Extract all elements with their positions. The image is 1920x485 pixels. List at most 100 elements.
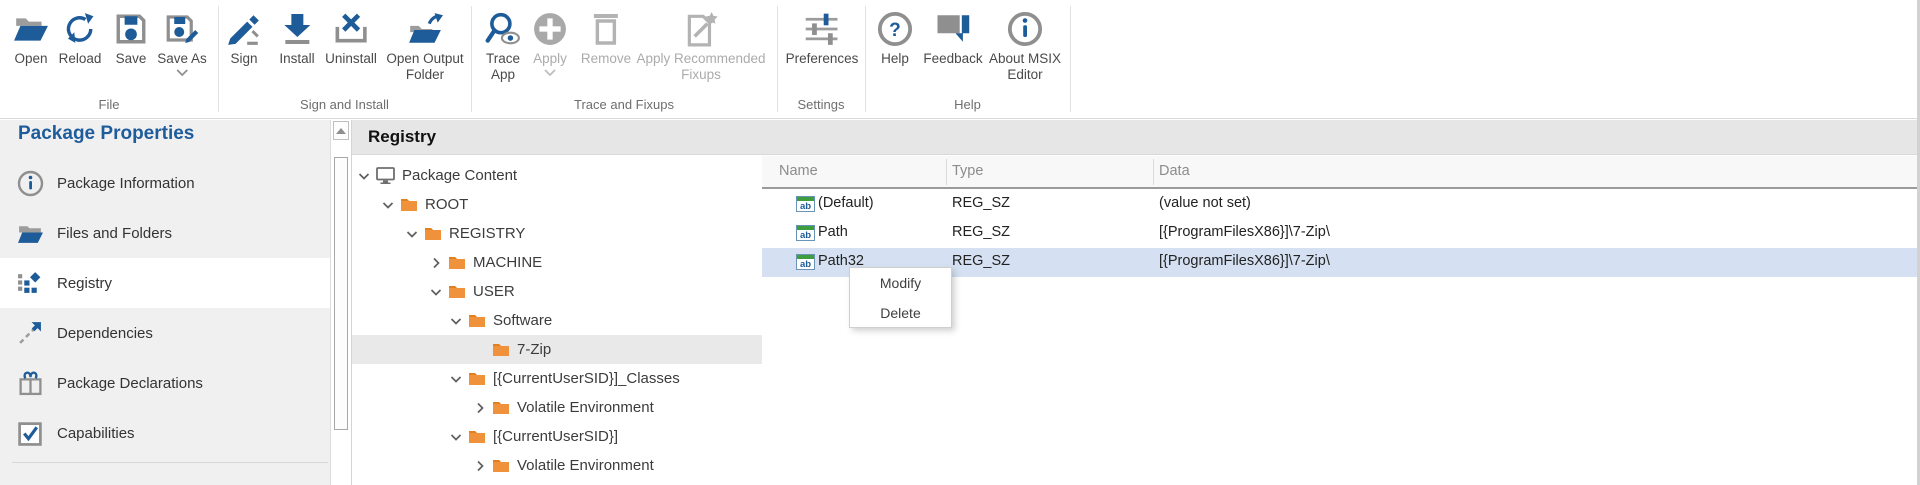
feedback-label: Feedback — [923, 51, 982, 67]
output-folder-icon — [407, 7, 443, 51]
ribbon-separator — [1070, 6, 1071, 112]
reg-sz-icon: ab — [796, 196, 815, 212]
tree-item-volatile-environment[interactable]: Volatile Environment — [352, 451, 762, 480]
folder-icon — [448, 255, 466, 270]
tree-item-machine[interactable]: MACHINE — [352, 248, 762, 277]
open-output-folder-button[interactable]: Open Output Folder — [379, 0, 471, 83]
help-label: Help — [881, 51, 909, 67]
checkbox-icon — [16, 420, 44, 446]
tree-item-registry[interactable]: REGISTRY — [352, 219, 762, 248]
gift-icon — [16, 370, 44, 396]
registry-tree: Package Content ROOT REGISTRY MACHINE — [352, 156, 762, 485]
scrollbar-thumb[interactable] — [334, 157, 348, 430]
column-separator[interactable] — [946, 159, 947, 185]
save-button[interactable]: Save — [114, 0, 148, 67]
uninstall-label: Uninstall — [325, 51, 377, 67]
tree-item-7-zip[interactable]: 7-Zip — [352, 335, 762, 364]
install-label: Install — [279, 51, 314, 67]
about-info-icon — [1007, 7, 1043, 51]
tree-item-volatile-environment[interactable]: Volatile Environment — [352, 393, 762, 422]
sidebar-item-dependencies[interactable]: Dependencies — [0, 308, 330, 358]
sign-button[interactable]: Sign — [226, 0, 262, 67]
feedback-button[interactable]: Feedback — [923, 0, 982, 67]
apply-button[interactable]: Apply — [533, 0, 567, 77]
sidebar-item-label: Files and Folders — [57, 225, 172, 242]
save-as-icon — [164, 7, 200, 51]
group-label-trace-and-fixups: Trace and Fixups — [471, 97, 777, 112]
uninstall-x-icon — [333, 7, 369, 51]
help-question-icon: ? — [877, 7, 913, 51]
column-header-name[interactable]: Name — [779, 163, 818, 179]
context-menu-item-modify[interactable]: Modify — [850, 268, 951, 298]
table-row-path[interactable]: ab Path REG_SZ [{ProgramFilesX86}]\7-Zip… — [762, 219, 1917, 248]
open-label: Open — [14, 51, 47, 67]
vertical-scrollbar[interactable] — [330, 120, 352, 485]
remove-label: Remove — [581, 51, 631, 67]
uninstall-button[interactable]: Uninstall — [325, 0, 377, 67]
sidebar-item-package-declarations[interactable]: Package Declarations — [0, 358, 330, 408]
chevron-right-icon[interactable] — [428, 256, 444, 270]
open-button[interactable]: Open — [13, 0, 49, 67]
column-header-type[interactable]: Type — [952, 163, 983, 179]
scrollbar-up-button[interactable] — [333, 121, 349, 140]
chevron-down-icon[interactable] — [380, 198, 396, 212]
chevron-down-icon[interactable] — [448, 372, 464, 386]
sidebar-item-registry[interactable]: Registry — [0, 258, 330, 308]
tree-item-package-content[interactable]: Package Content — [352, 161, 762, 190]
sidebar: Package Properties Package Information F… — [0, 120, 330, 485]
tree-item-currentusersid-classes[interactable]: [{CurrentUserSID}]_Classes — [352, 364, 762, 393]
help-button[interactable]: ? Help — [877, 0, 913, 67]
open-folder-icon — [13, 7, 49, 51]
chevron-down-icon[interactable] — [448, 314, 464, 328]
group-label-settings: Settings — [777, 97, 865, 112]
folder-icon — [492, 342, 510, 357]
sidebar-item-label: Registry — [57, 275, 112, 292]
install-button[interactable]: Install — [279, 0, 314, 67]
chevron-down-icon[interactable] — [428, 285, 444, 299]
context-menu-item-delete[interactable]: Delete — [850, 298, 951, 328]
table-row-default[interactable]: ab (Default) REG_SZ (value not set) — [762, 190, 1917, 219]
chevron-right-icon[interactable] — [472, 459, 488, 473]
fixups-wrench-icon — [683, 7, 719, 51]
apply-label: Apply — [533, 51, 567, 67]
group-label-file: File — [0, 97, 218, 112]
apply-recommended-fixups-button[interactable]: Apply Recommended Fixups — [628, 0, 774, 83]
preferences-button[interactable]: Preferences — [786, 0, 859, 67]
monitor-icon — [376, 167, 395, 184]
context-menu: Modify Delete — [849, 267, 952, 328]
folder-icon — [492, 458, 510, 473]
about-msix-editor-button[interactable]: About MSIX Editor — [977, 0, 1073, 83]
save-as-label: Save As — [157, 51, 207, 67]
install-arrow-icon — [281, 7, 313, 51]
tree-item-currentusersid[interactable]: [{CurrentUserSID}] — [352, 422, 762, 451]
folder-icon — [424, 226, 442, 241]
folder-icon — [400, 197, 418, 212]
chevron-down-icon[interactable] — [404, 227, 420, 241]
column-header-data[interactable]: Data — [1159, 163, 1190, 179]
sidebar-item-capabilities[interactable]: Capabilities — [0, 408, 330, 458]
table-header: Name Type Data — [762, 156, 1917, 189]
sidebar-item-label: Capabilities — [57, 425, 135, 442]
sidebar-title: Package Properties — [18, 123, 194, 145]
main-titlebar: Registry — [352, 120, 1917, 155]
reload-button[interactable]: Reload — [59, 0, 102, 67]
tree-item-user[interactable]: USER — [352, 277, 762, 306]
remove-button[interactable]: Remove — [581, 0, 631, 67]
chevron-right-icon[interactable] — [472, 401, 488, 415]
tree-item-software[interactable]: Software — [352, 306, 762, 335]
save-icon — [114, 7, 148, 51]
chevron-down-icon[interactable] — [356, 169, 372, 183]
sidebar-item-package-information[interactable]: Package Information — [0, 158, 330, 208]
apply-recommended-fixups-label: Apply Recommended Fixups — [628, 51, 774, 83]
reload-label: Reload — [59, 51, 102, 67]
dependencies-arrow-icon — [16, 320, 44, 346]
trash-icon — [591, 7, 621, 51]
chevron-down-icon[interactable] — [176, 69, 188, 77]
sliders-icon — [804, 7, 840, 51]
tree-item-root[interactable]: ROOT — [352, 190, 762, 219]
chevron-down-icon[interactable] — [448, 430, 464, 444]
save-as-button[interactable]: Save As — [157, 0, 207, 77]
sidebar-item-files-and-folders[interactable]: Files and Folders — [0, 208, 330, 258]
trace-app-button[interactable]: Trace App — [478, 0, 528, 83]
column-separator[interactable] — [1153, 159, 1154, 185]
